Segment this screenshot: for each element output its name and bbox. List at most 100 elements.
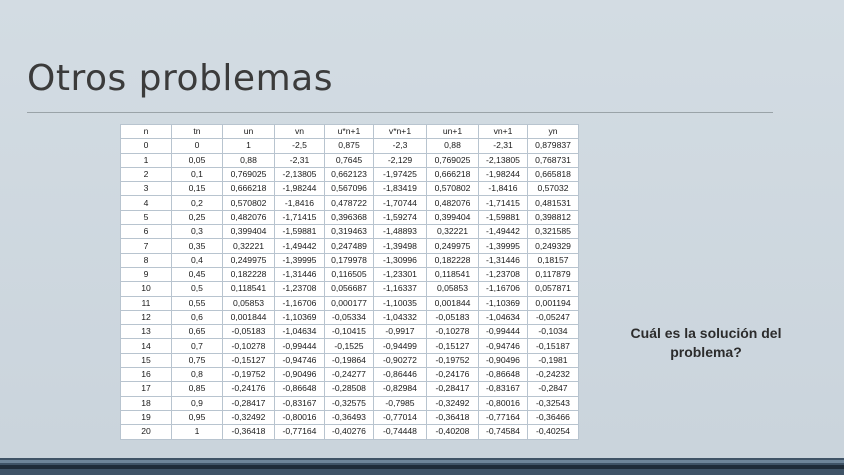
table-cell: -0,74584 (478, 424, 528, 440)
table-cell: 0,117879 (527, 266, 579, 283)
table-cell: 0,05853 (426, 281, 479, 297)
table-cell: 19 (120, 409, 172, 426)
table-row: 17 0,85 -0,24176 -0,86648 -0,28508 -0,82984 -0… (120, 381, 579, 397)
table-row: 14 0,7 -0,10278 -0,99444 -0,1525 -0,94499 -0,1… (120, 338, 579, 354)
table-cell: 0,1 (171, 166, 223, 183)
table-cell: -0,36418 (222, 424, 275, 440)
table-cell: -1,23708 (478, 266, 528, 283)
table-cell: 0,95 (171, 409, 223, 426)
table-cell: -2,31 (274, 152, 325, 168)
table-cell: -0,28417 (426, 381, 479, 397)
table-cell: 0,769025 (222, 166, 275, 183)
column-header: v*n+1 (373, 123, 427, 140)
table-cell: -0,1981 (527, 352, 579, 369)
column-header: un (222, 123, 275, 140)
table-cell: 0,662123 (324, 166, 374, 183)
table-cell: 18 (120, 395, 172, 411)
table-cell: 0,57032 (527, 181, 579, 197)
table-cell: -1,04634 (274, 324, 325, 340)
table-cell: -1,10369 (274, 309, 325, 326)
table-cell: -1,98244 (478, 166, 528, 183)
table-row: 19 0,95 -0,32492 -0,80016 -0,36493 -0,77014 -0… (120, 409, 579, 426)
table-cell: 0,001844 (222, 309, 275, 326)
table-cell: 0,6 (171, 309, 223, 326)
table-cell: -1,16337 (373, 281, 427, 297)
table-cell: 1 (222, 138, 275, 154)
table-cell: 0,05 (171, 152, 223, 168)
table-cell: -0,99444 (274, 338, 325, 354)
table-cell: -0,05183 (426, 309, 479, 326)
table-cell: -0,83167 (478, 381, 528, 397)
table-row: 11 0,55 0,05853 -1,16706 0,000177 -1,10035 0,0… (120, 295, 579, 311)
table-cell: 0,179978 (324, 252, 374, 268)
table-row: 10 0,5 0,118541 -1,23708 0,056687 -1,16337 0,0… (120, 281, 579, 297)
table-cell: 0,3 (171, 224, 223, 240)
table-cell: 20 (120, 424, 172, 440)
footer-band (0, 458, 844, 475)
table-cell: 0,2 (171, 195, 223, 211)
table-cell: 0,057871 (527, 281, 579, 297)
table-cell: 0,75 (171, 352, 223, 369)
table-cell: 6 (120, 224, 172, 240)
table-cell: 0,478722 (324, 195, 374, 211)
table-cell: 1 (120, 152, 172, 168)
table-cell: -2,3 (373, 138, 427, 154)
table-cell: 0,65 (171, 324, 223, 340)
table-cell: -0,36418 (426, 409, 479, 426)
table-row: 8 0,4 0,249975 -1,39995 0,179978 -1,30996 0,18… (120, 252, 579, 268)
table-cell: -0,15187 (527, 338, 579, 354)
table-cell: 0,875 (324, 138, 374, 154)
table-row: 1 0,05 0,88 -2,31 0,7645 -2,129 0,769025 -2,138… (120, 152, 579, 168)
table-cell: 0,396368 (324, 209, 374, 226)
table-cell: 0,321585 (527, 224, 579, 240)
table-cell: -0,36466 (527, 409, 579, 426)
table-cell: 0,85 (171, 381, 223, 397)
table-row: 5 0,25 0,482076 -1,71415 0,396368 -1,59274 0,3… (120, 209, 579, 226)
table-cell: -2,13805 (478, 152, 528, 168)
table-cell: 0,482076 (222, 209, 275, 226)
table-cell: 0,182228 (426, 252, 479, 268)
table-cell: -1,31446 (478, 252, 528, 268)
table-row: 6 0,3 0,399404 -1,59881 0,319463 -1,48893 0,32… (120, 224, 579, 240)
column-header: un+1 (426, 123, 479, 140)
column-header: yn (527, 123, 579, 140)
table-cell: -1,16706 (478, 281, 528, 297)
table-cell: 0,35 (171, 238, 223, 254)
table-cell: 0 (120, 138, 172, 154)
table-cell: -0,19752 (426, 352, 479, 369)
table-cell: -0,40208 (426, 424, 479, 440)
table-cell: 0,056687 (324, 281, 374, 297)
table-cell: 0,247489 (324, 238, 374, 254)
footer-stripe-dark (0, 465, 844, 469)
table-cell: -2,13805 (274, 166, 325, 183)
table-cell: -1,04634 (478, 309, 528, 326)
table-cell: 0,25 (171, 209, 223, 226)
table-cell: -0,90272 (373, 352, 427, 369)
table-cell: -0,77164 (274, 424, 325, 440)
table-cell: -2,129 (373, 152, 427, 168)
table-cell: -0,74448 (373, 424, 427, 440)
title-divider (27, 112, 773, 113)
table-cell: 12 (120, 309, 172, 326)
table-cell: -0,15127 (222, 352, 275, 369)
table-cell: -0,94746 (274, 352, 325, 369)
table-cell: 17 (120, 381, 172, 397)
table-cell: -0,05247 (527, 309, 579, 326)
table-cell: -1,10035 (373, 295, 427, 311)
table-cell: 0,879837 (527, 138, 579, 154)
table-cell: 0,55 (171, 295, 223, 311)
table-cell: -1,39995 (274, 252, 325, 268)
table-cell: -2,5 (274, 138, 325, 154)
table-cell: -1,31446 (274, 266, 325, 283)
table-cell: 0,5 (171, 281, 223, 297)
table-cell: -1,59881 (274, 224, 325, 240)
table-cell: 0,32221 (426, 224, 479, 240)
table-cell: -0,86446 (373, 367, 427, 383)
table-cell: 0,001844 (426, 295, 479, 311)
table-row: 16 0,8 -0,19752 -0,90496 -0,24277 -0,86446 -0,… (120, 367, 579, 383)
table-cell: -0,1525 (324, 338, 374, 354)
table-cell: -0,83167 (274, 395, 325, 411)
table-cell: -0,86648 (274, 381, 325, 397)
table-cell: 0,768731 (527, 152, 579, 168)
table-cell: 0,88 (426, 138, 479, 154)
